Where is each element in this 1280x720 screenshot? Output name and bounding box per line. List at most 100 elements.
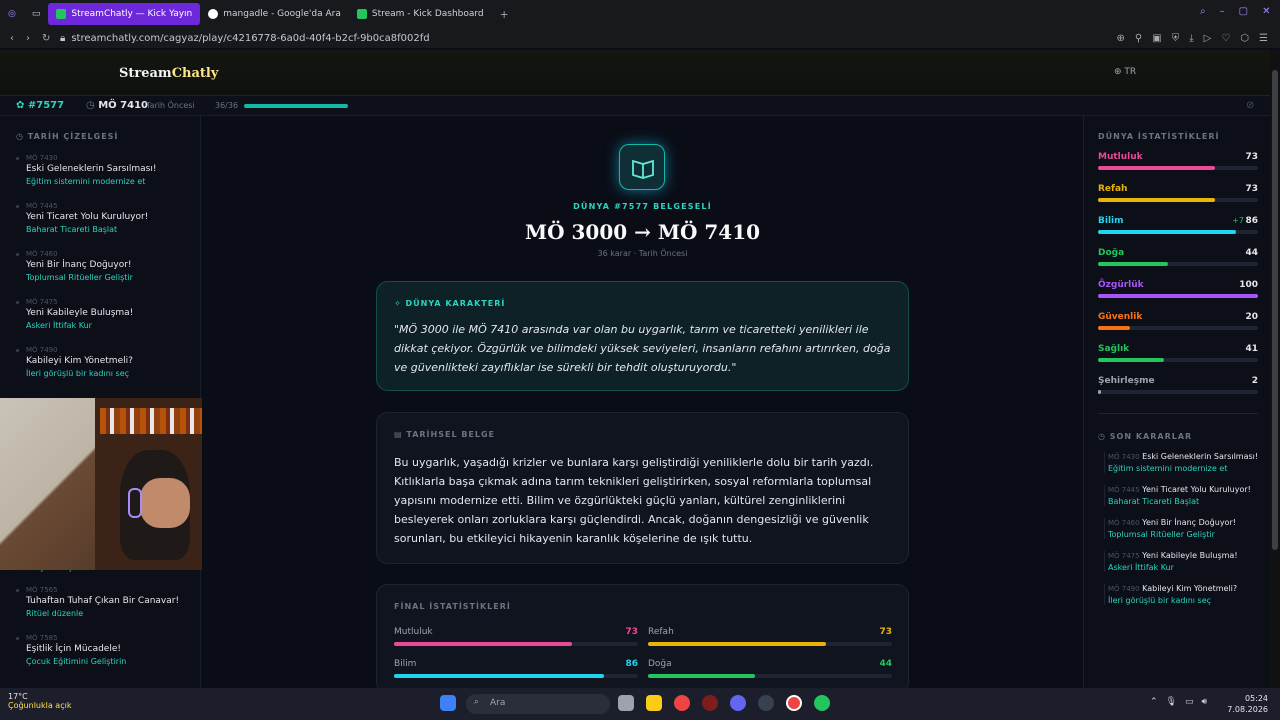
microphone-icon[interactable]: 🎙︎ [1166,697,1177,707]
recent-decision[interactable]: MÖ 7460 Yeni Bir İnanç Doğuyor! Toplumsal… [1104,518,1269,539]
tab-google[interactable]: mangadle - Google'da Ara [200,3,349,25]
volume-icon[interactable]: 🔊︎ [1202,697,1208,707]
timeline-choice: Ritüel düzenle [26,609,84,618]
historical-document-card: ▤ TARİHSEL BELGE Bu uygarlık, yaşadığı k… [376,412,909,564]
extensions-icon[interactable]: ⬡ [1240,33,1249,44]
timeline-item[interactable]: MÖ 7445 Yeni Ticaret Yolu Kuruluyor! Bahar… [26,202,196,234]
world-stats-sidebar: DÜNYA İSTATİSTİKLERİ Mutluluk 73 Refah 73 Bi… [1083,116,1270,688]
world-stat: Şehirleşme 2 [1098,376,1258,400]
language-selector[interactable]: ⊕ TR [1114,67,1136,77]
stat-fill [1098,262,1169,266]
decision-title: Kabileyi Kim Yönetmeli? [1142,584,1238,593]
tab-label: mangadle - Google'da Ara [223,9,341,19]
final-stat-label: Bilim [394,659,417,669]
timeline-dot [16,205,19,208]
mute-icon[interactable]: ⊘ [1246,100,1254,111]
recent-decision[interactable]: MÖ 7475 Yeni Kabileyle Buluşma! Askeri İt… [1104,551,1269,572]
search-icon[interactable]: ⌕ [1200,6,1206,17]
chrome-icon[interactable] [674,695,690,711]
recent-decision[interactable]: MÖ 7490 Kabileyi Kim Yönetmeli? İleri gör… [1104,584,1269,605]
recent-decision[interactable]: MÖ 7445 Yeni Ticaret Yolu Kuruluyor! Baha… [1104,485,1269,506]
browser-menu-icon[interactable]: ◎ [0,3,24,25]
maximize-icon[interactable]: ▢ [1239,6,1248,17]
spotify-icon[interactable] [814,695,830,711]
world-stat: Refah 73 [1098,184,1258,208]
stat-label: Güvenlik [1098,312,1143,322]
reload-icon[interactable]: ↻ [42,33,50,44]
play-icon[interactable]: ▷ [1204,33,1212,44]
stat-fill [1098,198,1215,202]
heart-icon[interactable]: ♡ [1221,33,1230,44]
tab-kick-dashboard[interactable]: Stream - Kick Dashboard [349,3,492,25]
close-icon[interactable]: ✕ [1262,6,1270,17]
minimize-icon[interactable]: – [1220,6,1225,17]
network-icon[interactable]: ▭ [1185,697,1194,707]
timeline-choice: İleri görüşlü bir kadını seç [26,369,130,378]
taskbar-search[interactable]: ⌕ Ara [466,694,610,714]
site-logo[interactable]: StreamChatly [119,66,218,81]
decision-year: MÖ 7460 [1108,519,1140,527]
main-content: DÜNYA #7577 BELGESELİ MÖ 3000 → MÖ 7410 … [202,116,1083,688]
timeline-item[interactable]: MÖ 7475 Yeni Kabileyle Buluşma! Askeri İtt… [26,298,196,330]
page-scrollbar[interactable] [1270,50,1280,688]
recent-decision[interactable]: MÖ 7430 Eski Geleneklerin Sarsılması! Eği… [1104,452,1269,473]
download-icon[interactable]: ⤓ [1189,33,1193,44]
menu-icon[interactable]: ☰ [1259,33,1268,44]
tab-workspaces-icon[interactable]: ▭ [24,3,49,25]
timeline-year: MÖ 7565 [26,586,58,594]
kick-favicon-icon [56,9,67,19]
pin-icon[interactable]: ⚲ [1135,33,1142,44]
timeline-dot [16,253,19,256]
discord-icon[interactable] [730,695,746,711]
current-year-label: MÖ 7410 [98,100,148,111]
stat-fill [1098,230,1236,234]
decision-year: MÖ 7490 [1108,585,1140,593]
timeline-item[interactable]: MÖ 7490 Kabileyi Kim Yönetmeli? İleri görü… [26,346,196,378]
file-explorer-icon[interactable] [618,695,634,711]
opera-icon[interactable] [786,695,802,711]
timeline-item[interactable]: MÖ 7430 Eski Geleneklerin Sarsılması! Eğit… [26,154,196,186]
timeline-choice: Toplumsal Ritüeller Geliştir [26,273,133,282]
chevron-up-icon[interactable]: ⌃ [1150,697,1158,707]
taskbar-clock[interactable]: 05:24 7.08.2026 [1212,693,1268,715]
stat-value: 86 [1245,216,1258,226]
timeline-dot [16,301,19,304]
stat-label: Doğa [1098,248,1125,258]
steam-icon[interactable] [702,695,718,711]
windows-start-icon[interactable] [440,695,456,711]
weather-widget[interactable]: 17°C Çoğunlukla açık [8,692,71,710]
new-tab-button[interactable]: ＋ [492,3,517,25]
zoom-icon[interactable]: ⊕ [1117,33,1125,44]
temperature: 17°C [8,692,28,701]
shield-icon[interactable]: ⛨ [1172,33,1180,44]
scrollbar-thumb[interactable] [1272,70,1278,550]
world-character-card: ✧ DÜNYA KARAKTERİ "MÖ 3000 ile MÖ 7410 a… [376,281,909,391]
timeline-dot [16,157,19,160]
stat-value: 100 [1239,280,1258,290]
obs-icon[interactable] [758,695,774,711]
timeline-title: Tuhaftan Tuhaf Çıkan Bir Canavar! [26,596,180,606]
final-stat-track [394,642,638,646]
site-header: StreamChatly ⊕ TR [0,50,1280,96]
forward-icon[interactable]: › [26,33,30,44]
folder-icon[interactable] [646,695,662,711]
camera-icon[interactable]: ▣ [1152,33,1161,44]
back-icon[interactable]: ‹ [10,33,14,44]
decision-choice: Baharat Ticareti Başlat [1108,497,1200,506]
tab-streamchatly[interactable]: StreamChatly — Kick Yayın [48,3,201,25]
decision-year: MÖ 7475 [1108,552,1140,560]
stat-track [1098,198,1258,202]
timeline-item[interactable]: MÖ 7565 Tuhaftan Tuhaf Çıkan Bir Canavar!… [26,586,196,618]
stat-track [1098,262,1258,266]
timeline-item[interactable]: MÖ 7460 Yeni Bir İnanç Doğuyor! Toplumsal … [26,250,196,282]
tab-label: StreamChatly — Kick Yayın [71,9,193,19]
decision-year: MÖ 7445 [1108,486,1140,494]
card-title: ✧ DÜNYA KARAKTERİ [394,299,505,308]
recent-decisions-label: SON KARARLAR [1109,432,1193,441]
final-stat-fill [394,642,573,646]
final-stat-value: 86 [625,659,638,669]
final-stat: Refah 73 [648,627,892,646]
timeline-item[interactable]: MÖ 7585 Eşitlik İçin Mücadele! Çocuk Eğiti… [26,634,196,666]
globe-icon: ✿ [16,100,25,111]
url-field[interactable]: streamchatly.com/cagyaz/play/c4216778-6a… [71,33,1116,44]
